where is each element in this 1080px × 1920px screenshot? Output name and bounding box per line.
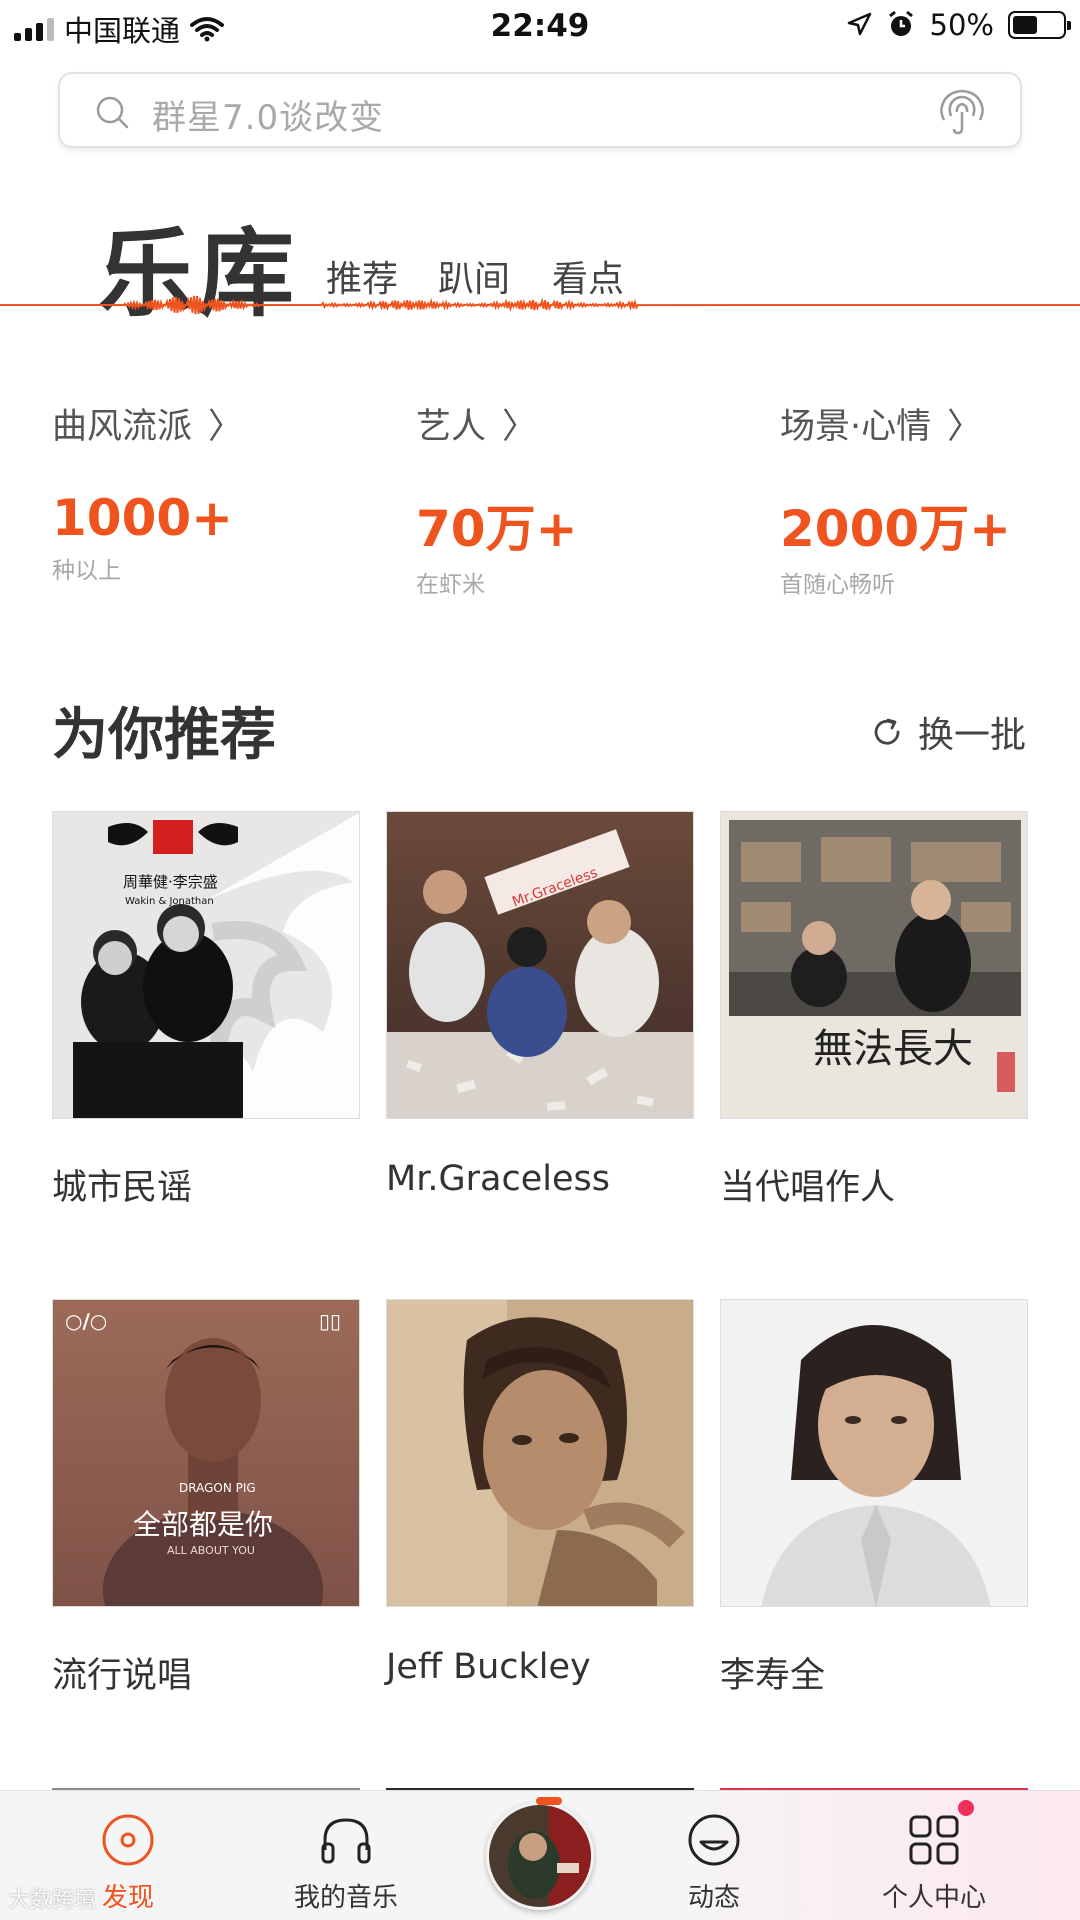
stat-scenes-value: 2000万+ — [780, 500, 1012, 558]
battery-icon — [1008, 11, 1071, 39]
nav-label: 个人中心 — [881, 1883, 986, 1913]
chevron-right-icon: 〉 — [208, 407, 244, 447]
search-bar[interactable]: 群星7.0谈改变 — [58, 72, 1022, 148]
album-cover[interactable]: 無法長大 — [720, 811, 1028, 1119]
artist-card-li-shouquan[interactable]: 李寿全 — [720, 1299, 1028, 1698]
stat-artists[interactable]: 艺人〉 70万+ 在虾米 — [416, 398, 577, 599]
card-label: 李寿全 — [720, 1656, 826, 1696]
watermark: 大数跨境 — [8, 1888, 97, 1913]
battery-percent: 50% — [929, 8, 994, 42]
playlist-card-songwriter[interactable]: 無法長大 当代唱作人 — [720, 811, 1028, 1210]
smile-face-icon — [688, 1814, 740, 1866]
stat-genres-value: 1000+ — [52, 489, 234, 547]
cover-title: 全部都是你 — [133, 1508, 273, 1541]
cover-tag: DRAGON PIG — [179, 1481, 256, 1495]
cover-subtitle: Wakin & Jonathan — [125, 896, 214, 907]
album-cover[interactable]: Mr.Graceless — [386, 811, 694, 1119]
card-label: 城市民谣 — [52, 1168, 193, 1208]
card-label: 流行说唱 — [52, 1656, 193, 1696]
status-bar: 中国联通 22:49 50% — [0, 0, 1080, 54]
stat-artists-label: 艺人 — [416, 407, 487, 447]
playlist-card-folk[interactable]: 周華健·李宗盛 Wakin & Jonathan 城市民谣 — [52, 811, 360, 1210]
refresh-icon — [874, 718, 900, 745]
audio-wave-divider — [0, 295, 1080, 315]
alarm-icon — [888, 10, 913, 36]
section-title: 为你推荐 — [52, 703, 276, 768]
svg-text:○∕○: ○∕○ — [65, 1309, 107, 1333]
stat-genres-label: 曲风流派 — [52, 407, 193, 447]
nav-label: 动态 — [687, 1883, 740, 1913]
card-label: Jeff Buckley — [386, 1647, 591, 1687]
stat-genres[interactable]: 曲风流派〉 1000+ 种以上 — [52, 398, 243, 585]
now-playing-indicator — [536, 1797, 562, 1805]
stat-artists-sub: 在虾米 — [416, 572, 485, 598]
playlist-card-mr-graceless[interactable]: Mr.Graceless Mr.Graceless — [386, 811, 694, 1199]
battery-fill — [1013, 16, 1037, 34]
location-arrow-icon — [847, 12, 871, 36]
nav-profile[interactable]: 个人中心 — [854, 1809, 1014, 1914]
chevron-right-icon: 〉 — [502, 407, 538, 447]
stat-artists-value: 70万+ — [416, 500, 578, 558]
search-icon — [96, 96, 129, 129]
album-cover[interactable] — [720, 1299, 1028, 1607]
notification-dot — [958, 1800, 974, 1816]
cover-subtitle: ALL ABOUT YOU — [167, 1544, 255, 1557]
stat-scenes-sub: 首随心畅听 — [780, 572, 895, 598]
refresh-button[interactable]: 换一批 — [870, 706, 1026, 758]
album-cover[interactable]: ○∕○ ▯▯ DRAGON PIG 全部都是你 ALL ABOUT YOU — [52, 1299, 360, 1607]
music-recognition-icon[interactable] — [936, 86, 988, 138]
now-playing-button[interactable] — [486, 1802, 594, 1910]
nav-label: 我的音乐 — [293, 1883, 398, 1913]
nav-my-music[interactable]: 我的音乐 — [266, 1809, 426, 1914]
cover-title: 周華健·李宗盛 — [123, 873, 218, 891]
stat-scenes-label: 场景·心情 — [780, 407, 932, 447]
disc-icon — [102, 1814, 154, 1866]
status-right: 50% — [846, 8, 1071, 42]
svg-text:▯▯: ▯▯ — [319, 1309, 341, 1333]
grid-icon — [909, 1815, 959, 1865]
chevron-right-icon: 〉 — [947, 407, 983, 447]
card-label: Mr.Graceless — [386, 1159, 610, 1199]
cover-title: 無法長大 — [813, 1026, 973, 1072]
album-cover[interactable]: 周華健·李宗盛 Wakin & Jonathan — [52, 811, 360, 1119]
headphones-icon — [321, 1818, 371, 1864]
album-cover[interactable] — [386, 1299, 694, 1607]
stat-genres-sub: 种以上 — [52, 558, 121, 584]
artist-card-jeff-buckley[interactable]: Jeff Buckley — [386, 1299, 694, 1687]
search-input[interactable]: 群星7.0谈改变 — [152, 90, 384, 139]
refresh-label: 换一批 — [917, 715, 1026, 756]
card-label: 当代唱作人 — [720, 1168, 896, 1208]
stat-scenes[interactable]: 场景·心情〉 2000万+ 首随心畅听 — [780, 398, 1011, 599]
nav-feed[interactable]: 动态 — [634, 1809, 794, 1914]
playlist-card-rap[interactable]: ○∕○ ▯▯ DRAGON PIG 全部都是你 ALL ABOUT YOU 流行… — [52, 1299, 360, 1698]
